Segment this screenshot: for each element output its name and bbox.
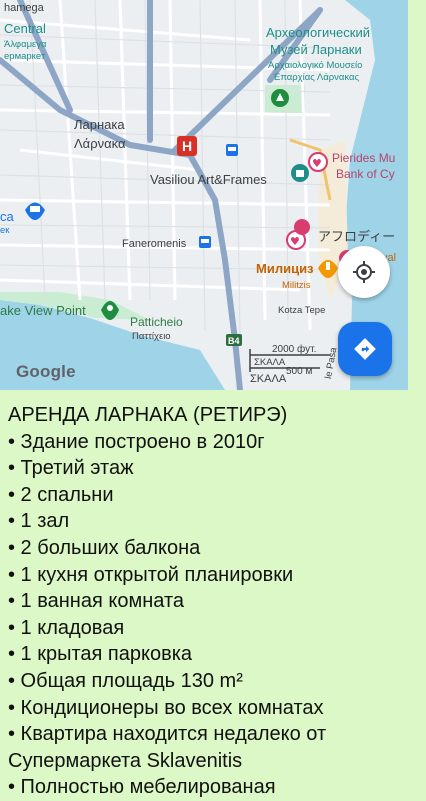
list-item: • 2 больших балкона <box>8 536 201 559</box>
park-icon <box>271 89 289 107</box>
my-location-icon <box>353 261 375 283</box>
heart-icon: ♥ <box>308 152 328 172</box>
map-label: アフロディー <box>318 229 396 244</box>
map-label: Музей Ларнаки <box>270 42 362 57</box>
svg-text:H: H <box>182 138 192 154</box>
bus-icon <box>199 236 211 248</box>
scale-feet: 2000 фут. <box>272 344 317 355</box>
map-label: Επαρχίας Λάρνακας <box>274 72 360 83</box>
map-label: Αρχαιολογικό Μουσείο <box>268 60 363 71</box>
map-label: Militzis <box>282 280 311 291</box>
bus-icon <box>226 144 238 156</box>
shopping-icon <box>291 164 309 182</box>
message-margin <box>408 0 426 390</box>
map-label: Bank of Cy <box>336 167 395 181</box>
svg-text:♥: ♥ <box>312 157 322 170</box>
map-label: Άλφαμεγα <box>4 39 47 50</box>
directions-icon <box>354 338 376 360</box>
map-label: Λάρνακα <box>74 136 126 151</box>
list-item: • Полностью мебелированая <box>8 776 276 799</box>
list-item: • Квартира находится недалеко от <box>8 723 327 746</box>
heart-icon <box>294 219 310 235</box>
map-label: ермаркет <box>4 51 46 62</box>
directions-button[interactable] <box>338 322 392 376</box>
list-item: • Общая площадь 130 m² <box>8 669 243 692</box>
google-logo: Google <box>16 362 76 381</box>
map-label: Ларнака <box>74 117 125 132</box>
post-title: АРЕНДА ЛАРНАКА (РЕТИРЭ) <box>8 404 288 426</box>
map-preview[interactable]: H ♥ ♥ B4 hamega Central Άλφαμεγα ермарке… <box>0 0 408 390</box>
map-scale: 2000 фут. 500 м <box>236 344 346 388</box>
list-item: • 1 кухня открытой планировки <box>8 563 294 586</box>
list-item: • Третий этаж <box>8 457 134 480</box>
map-label: Pierides Mu <box>332 151 396 165</box>
list-item: • Здание построено в 2010г <box>8 430 265 453</box>
map-label: Central <box>4 21 46 36</box>
list-item: Супермаркета Sklavenitis <box>8 749 243 772</box>
map-label: Vasiliou Art&Frames <box>150 172 267 187</box>
map-label: ca <box>0 209 14 224</box>
map-label: hamega <box>4 2 44 14</box>
map-label: Patticheio <box>130 315 183 329</box>
map-label: Kotza Tepe <box>278 305 326 316</box>
map-label: ake View Point <box>0 303 86 318</box>
map-label: Милициз <box>256 261 314 276</box>
list-item: • 1 кладовая <box>8 616 125 639</box>
list-item: • 1 крытая парковка <box>8 643 193 666</box>
list-item: • 1 зал <box>8 510 70 533</box>
message-text: АРЕНДА ЛАРНАКА (РЕТИРЭ) • Здание построе… <box>8 402 418 801</box>
scale-meters: 500 м <box>286 366 313 377</box>
map-label: Παττίχειο <box>132 331 171 342</box>
svg-text:♥: ♥ <box>290 235 300 248</box>
map-label: Археологический <box>266 25 370 40</box>
list-item: • 2 спальни <box>8 483 114 506</box>
list-item: • Кондиционеры во всех комнатах <box>8 696 324 719</box>
map-label: Faneromenis <box>122 238 187 250</box>
map-label: ек <box>0 225 10 236</box>
list-item: • 1 ванная комната <box>8 590 184 613</box>
my-location-button[interactable] <box>338 246 390 298</box>
